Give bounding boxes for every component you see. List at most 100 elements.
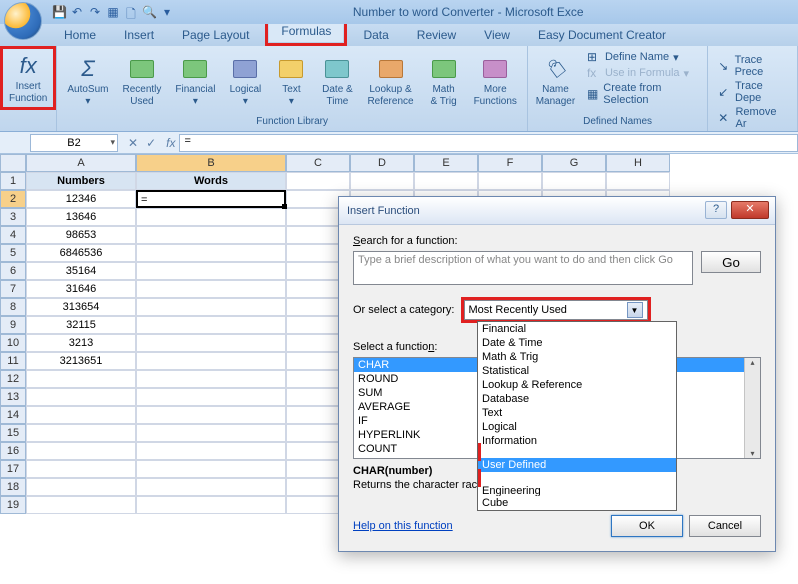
cell[interactable] <box>136 478 286 496</box>
cell[interactable]: Words <box>136 172 286 190</box>
cell[interactable] <box>136 442 286 460</box>
cell[interactable] <box>136 424 286 442</box>
cell[interactable]: Numbers <box>26 172 136 190</box>
category-option[interactable]: Statistical <box>478 364 676 378</box>
cell[interactable] <box>26 370 136 388</box>
cell[interactable]: 31646 <box>26 280 136 298</box>
cell[interactable] <box>136 316 286 334</box>
more-functions-button[interactable]: More Functions <box>468 48 523 114</box>
col-header[interactable]: A <box>26 154 136 172</box>
col-header[interactable]: C <box>286 154 350 172</box>
row-header[interactable]: 10 <box>0 334 26 352</box>
tab-insert[interactable]: Insert <box>112 24 166 46</box>
cell[interactable] <box>26 388 136 406</box>
remove-arrows-button[interactable]: ✕Remove Ar <box>718 106 787 130</box>
cell[interactable] <box>136 388 286 406</box>
cancel-button[interactable]: Cancel <box>689 515 761 537</box>
cell[interactable] <box>136 460 286 478</box>
row-header[interactable]: 12 <box>0 370 26 388</box>
select-all-corner[interactable] <box>0 154 26 172</box>
cell[interactable] <box>136 208 286 226</box>
undo-icon[interactable]: ↶ <box>70 5 84 19</box>
cell[interactable]: 3213 <box>26 334 136 352</box>
cell[interactable] <box>606 172 670 190</box>
search-input[interactable]: Type a brief description of what you wan… <box>353 251 693 285</box>
create-from-selection-button[interactable]: ▦Create from Selection <box>587 82 697 106</box>
cell[interactable] <box>136 406 286 424</box>
cell[interactable] <box>26 442 136 460</box>
row-header[interactable]: 4 <box>0 226 26 244</box>
cell[interactable] <box>26 424 136 442</box>
row-header[interactable]: 9 <box>0 316 26 334</box>
cell[interactable]: 98653 <box>26 226 136 244</box>
close-icon[interactable]: ✕ <box>731 201 769 219</box>
logical-button[interactable]: Logical▾ <box>223 48 267 114</box>
tab-easy-doc[interactable]: Easy Document Creator <box>526 24 678 46</box>
category-option[interactable]: Database <box>478 392 676 406</box>
cell[interactable] <box>136 334 286 352</box>
cell[interactable] <box>136 370 286 388</box>
fx-icon[interactable]: fx <box>166 136 175 150</box>
row-header[interactable]: 3 <box>0 208 26 226</box>
cell[interactable] <box>26 460 136 478</box>
cell[interactable] <box>136 280 286 298</box>
ok-button[interactable]: OK <box>611 515 683 537</box>
category-option[interactable]: Logical <box>478 420 676 434</box>
scrollbar[interactable] <box>744 358 760 458</box>
category-option[interactable]: Cube <box>478 496 676 510</box>
cell[interactable] <box>136 244 286 262</box>
category-option[interactable]: Information <box>478 434 676 446</box>
row-header[interactable]: 1 <box>0 172 26 190</box>
cell[interactable]: 313654 <box>26 298 136 316</box>
cell[interactable] <box>542 172 606 190</box>
lookup-ref-button[interactable]: Lookup & Reference <box>361 48 419 114</box>
col-header[interactable]: E <box>414 154 478 172</box>
cell[interactable] <box>478 172 542 190</box>
category-option-user-defined[interactable]: User Defined <box>478 458 676 472</box>
row-header[interactable]: 14 <box>0 406 26 424</box>
cell[interactable]: 35164 <box>26 262 136 280</box>
cell[interactable]: 6846536 <box>26 244 136 262</box>
cell[interactable] <box>350 172 414 190</box>
trace-precedents-button[interactable]: ↘Trace Prece <box>718 54 787 78</box>
row-header[interactable]: 2 <box>0 190 26 208</box>
use-in-formula-button[interactable]: fxUse in Formula▾ <box>587 66 697 80</box>
tab-home[interactable]: Home <box>52 24 108 46</box>
tab-data[interactable]: Data <box>351 24 400 46</box>
category-option[interactable]: Engineering <box>478 484 676 496</box>
name-box[interactable]: B2 <box>30 134 118 152</box>
dialog-titlebar[interactable]: Insert Function ? ✕ <box>339 197 775 225</box>
row-header[interactable]: 5 <box>0 244 26 262</box>
category-option[interactable]: Date & Time <box>478 336 676 350</box>
save-icon[interactable]: 💾 <box>52 5 66 19</box>
financial-button[interactable]: Financial▾ <box>169 48 221 114</box>
row-header[interactable]: 6 <box>0 262 26 280</box>
name-manager-button[interactable]: 🏷Name Manager <box>532 48 579 114</box>
tab-view[interactable]: View <box>472 24 522 46</box>
cell[interactable] <box>286 172 350 190</box>
formula-input[interactable]: = <box>179 134 798 152</box>
cell[interactable] <box>414 172 478 190</box>
category-combo[interactable]: Most Recently Used ▼ <box>464 300 648 320</box>
cell[interactable]: 3213651 <box>26 352 136 370</box>
insert-function-button[interactable]: fx Insert Function <box>3 49 53 107</box>
cell[interactable] <box>136 298 286 316</box>
text-button[interactable]: Text▾ <box>269 48 313 114</box>
cell[interactable] <box>26 406 136 424</box>
col-header[interactable]: G <box>542 154 606 172</box>
help-link[interactable]: Help on this function <box>353 520 453 532</box>
define-name-button[interactable]: ⊞Define Name▾ <box>587 50 697 64</box>
cell[interactable] <box>26 478 136 496</box>
tab-review[interactable]: Review <box>405 24 468 46</box>
qat-icon-1[interactable]: ▦ <box>106 5 120 19</box>
cell[interactable]: 12346 <box>26 190 136 208</box>
row-header[interactable]: 17 <box>0 460 26 478</box>
qat-dropdown-icon[interactable]: ▾ <box>160 5 174 19</box>
cancel-edit-icon[interactable]: ✕ <box>128 136 138 150</box>
recently-used-button[interactable]: Recently Used <box>117 48 168 114</box>
cell[interactable] <box>136 496 286 514</box>
col-header[interactable]: D <box>350 154 414 172</box>
row-header[interactable]: 18 <box>0 478 26 496</box>
cell[interactable]: 32115 <box>26 316 136 334</box>
cell[interactable]: = <box>136 190 286 208</box>
